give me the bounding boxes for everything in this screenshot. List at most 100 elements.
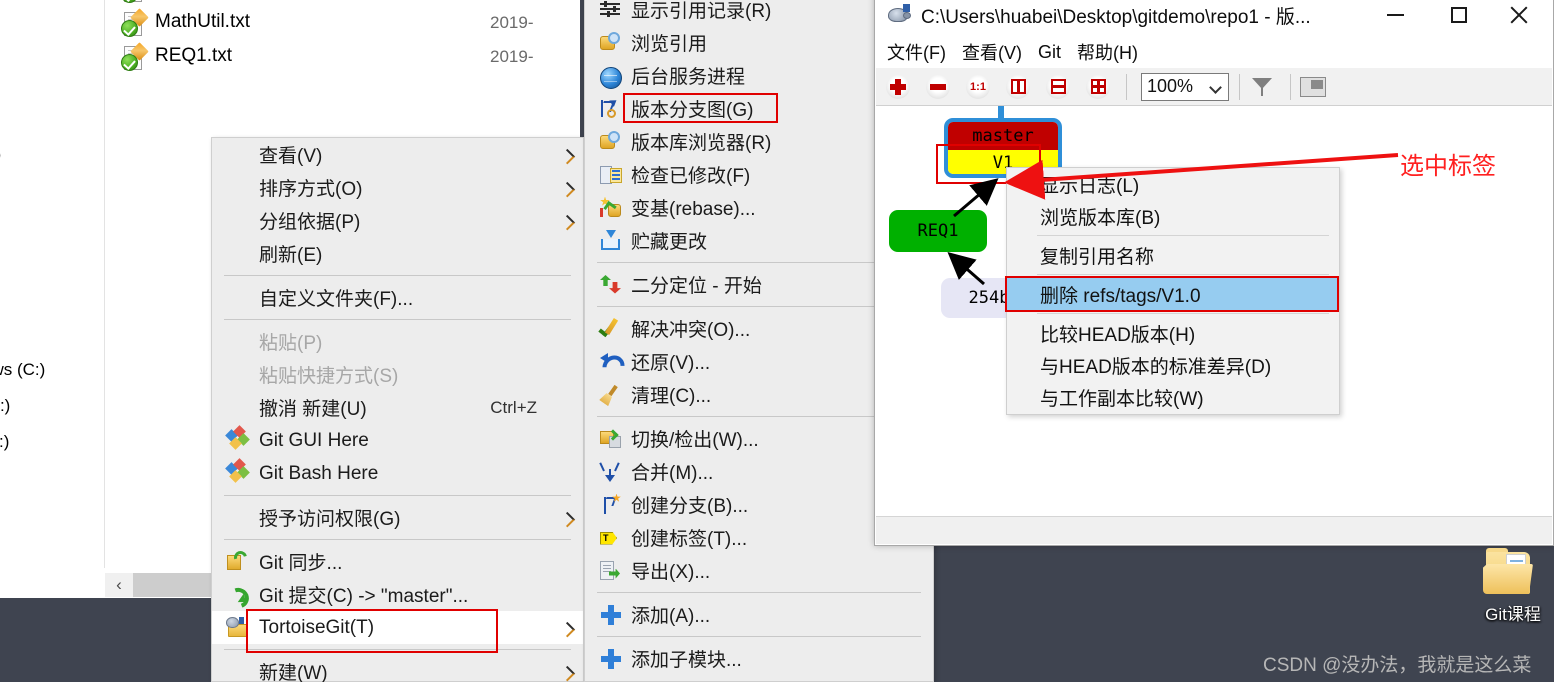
menu-bar[interactable]: 文件(F) 查看(V) Git 帮助(H) (875, 37, 1553, 67)
menu-item-label: 切换/检出(W)... (631, 430, 759, 451)
menu-item-11[interactable]: Git 同步... (212, 545, 583, 578)
desktop-folder-icon[interactable]: Git课程 (1478, 548, 1548, 640)
table-row[interactable]: REQ1.txt 2019- (105, 42, 580, 76)
cleanup-icon (600, 384, 622, 406)
revision-graph-icon (599, 96, 622, 120)
menu-item-2[interactable]: 分组依据(P) (212, 204, 583, 237)
nav-tree-item[interactable]: ows (C:) (0, 360, 45, 380)
menu-item-label: 粘贴快捷方式(S) (259, 366, 399, 387)
tgit-menu-item-16[interactable]: 导出(X)... (585, 554, 933, 587)
menu-item-3[interactable]: 刷新(E) (212, 237, 583, 270)
menu-item-label: 浏览版本库(B) (1040, 207, 1161, 229)
explorer-context-menu[interactable]: 查看(V) 排序方式(O) 分组依据(P) 刷新(E) 自定义文件夹(F)... 粘贴(P… (211, 137, 584, 682)
nav-tree-item[interactable]: op (0, 145, 1, 165)
menu-item-label: 查看(V) (259, 146, 323, 167)
menu-item-label: 创建分支(B)... (631, 496, 749, 517)
stash-icon (600, 229, 622, 252)
globe-icon (600, 66, 622, 89)
graph-menu-item-4[interactable]: 比较HEAD版本(H) (1007, 317, 1339, 349)
tgit-menu-item-17[interactable]: 添加(A)... (585, 598, 933, 631)
chevron-right-icon (559, 665, 576, 681)
chevron-right-icon (559, 181, 576, 197)
explorer-navigation-pane[interactable]: 盘象opows (C:)(D:)(E:) (0, 0, 104, 568)
zoom-level-combobox[interactable]: 100% (1141, 72, 1229, 101)
menubar-item-2[interactable]: Git (1038, 42, 1061, 63)
menu-item-label: 粘贴(P) (259, 333, 323, 354)
filter-icon[interactable] (1244, 72, 1280, 102)
menubar-item-1[interactable]: 查看(V) (962, 39, 1022, 65)
tortoisegit-icon (226, 616, 249, 639)
graph-menu-item-1[interactable]: 浏览版本库(B) (1007, 200, 1339, 232)
resolve-conflicts-icon (598, 317, 622, 340)
zoom-in-button[interactable] (880, 72, 916, 102)
zoom-100-button[interactable]: 1:1 (960, 72, 996, 102)
fit-window-button[interactable] (1080, 72, 1116, 102)
menu-item-6: 粘贴快捷方式(S) (212, 358, 583, 391)
chevron-right-icon (559, 511, 576, 527)
zoom-out-button[interactable] (920, 72, 956, 102)
menu-separator (224, 495, 571, 496)
close-icon[interactable] (1491, 0, 1547, 37)
toolbar-separator (1239, 73, 1240, 100)
fit-height-button[interactable] (1000, 72, 1036, 102)
menu-separator (597, 306, 921, 307)
menu-item-label: 合并(M)... (631, 463, 714, 484)
tortoisegit-app-icon (888, 4, 912, 26)
minimize-button[interactable] (1367, 0, 1423, 37)
graph-menu-item-3[interactable]: 删除 refs/tags/V1.0 (1007, 278, 1339, 310)
graph-menu-item-6[interactable]: 与工作副本比较(W) (1007, 381, 1339, 413)
menu-item-label: 刷新(E) (259, 245, 323, 266)
file-name: MathUtil.txt (155, 11, 251, 32)
file-modified-date: 2019- (490, 47, 534, 66)
menu-separator (224, 649, 571, 650)
menu-item-label: 检查已修改(F) (631, 166, 751, 187)
text-file-icon (121, 0, 145, 4)
menu-item-4[interactable]: 自定义文件夹(F)... (212, 281, 583, 314)
menu-item-8[interactable]: Git GUI Here (212, 424, 583, 457)
nav-tree-item[interactable]: (E:) (0, 432, 9, 452)
bisect-icon (600, 274, 622, 296)
menu-item-9[interactable]: Git Bash Here (212, 457, 583, 490)
graph-menu-item-0[interactable]: 显示日志(L) (1007, 168, 1339, 200)
revert-icon (600, 351, 622, 373)
menu-item-7[interactable]: 撤消 新建(U) Ctrl+Z (212, 391, 583, 424)
tgit-menu-item-18[interactable]: 添加子模块... (585, 642, 933, 675)
menu-item-label: 自定义文件夹(F)... (259, 289, 414, 310)
fit-width-button[interactable] (1040, 72, 1076, 102)
menu-item-label: 比较HEAD版本(H) (1040, 324, 1196, 346)
menu-item-label: 撤消 新建(U) (259, 399, 367, 420)
window-title: C:\Users\huabei\Desktop\gitdemo\repo1 - … (921, 6, 1311, 28)
menu-separator (1037, 274, 1329, 275)
menu-item-label: 清理(C)... (631, 386, 712, 407)
menu-separator (224, 319, 571, 320)
revision-graph-context-menu[interactable]: 显示日志(L) 浏览版本库(B) 复制引用名称删除 refs/tags/V1.0 比较… (1005, 167, 1340, 415)
chevron-down-icon[interactable] (1209, 80, 1222, 94)
menubar-item-3[interactable]: 帮助(H) (1077, 39, 1138, 65)
chevron-right-icon (559, 621, 576, 637)
toolbar[interactable]: 1:1 100% (876, 68, 1552, 106)
text-file-icon (121, 8, 149, 38)
nav-tree-item[interactable]: (D:) (0, 396, 10, 416)
maximize-button[interactable] (1431, 0, 1487, 37)
menu-item-label: 创建标签(T)... (631, 529, 748, 550)
graph-node-req1[interactable]: REQ1 (889, 210, 987, 252)
menu-item-12[interactable]: Git 提交(C) -> "master"... (212, 578, 583, 611)
export-icon (600, 560, 622, 582)
menu-item-label: 与工作副本比较(W) (1040, 388, 1204, 410)
menu-item-0[interactable]: 查看(V) (212, 138, 583, 171)
menubar-item-0[interactable]: 文件(F) (887, 39, 946, 65)
table-row[interactable] (105, 0, 580, 8)
menu-item-13[interactable]: TortoiseGit(T) (212, 611, 583, 644)
graph-menu-item-2[interactable]: 复制引用名称 (1007, 239, 1339, 271)
menu-item-1[interactable]: 排序方式(O) (212, 171, 583, 204)
graph-menu-item-5[interactable]: 与HEAD版本的标准差异(D) (1007, 349, 1339, 381)
window-titlebar[interactable]: C:\Users\huabei\Desktop\gitdemo\repo1 - … (875, 0, 1553, 37)
scroll-left-arrow-icon[interactable]: ‹ (105, 573, 133, 597)
menu-item-14[interactable]: 新建(W) (212, 655, 583, 682)
table-row[interactable]: MathUtil.txt 2019- (105, 8, 580, 42)
menu-item-label: 删除 refs/tags/V1.0 (1040, 285, 1201, 307)
file-name: REQ1.txt (155, 45, 233, 66)
overview-toggle-button[interactable] (1295, 72, 1331, 102)
check-modifications-icon (600, 164, 622, 186)
menu-item-10[interactable]: 授予访问权限(G) (212, 501, 583, 534)
